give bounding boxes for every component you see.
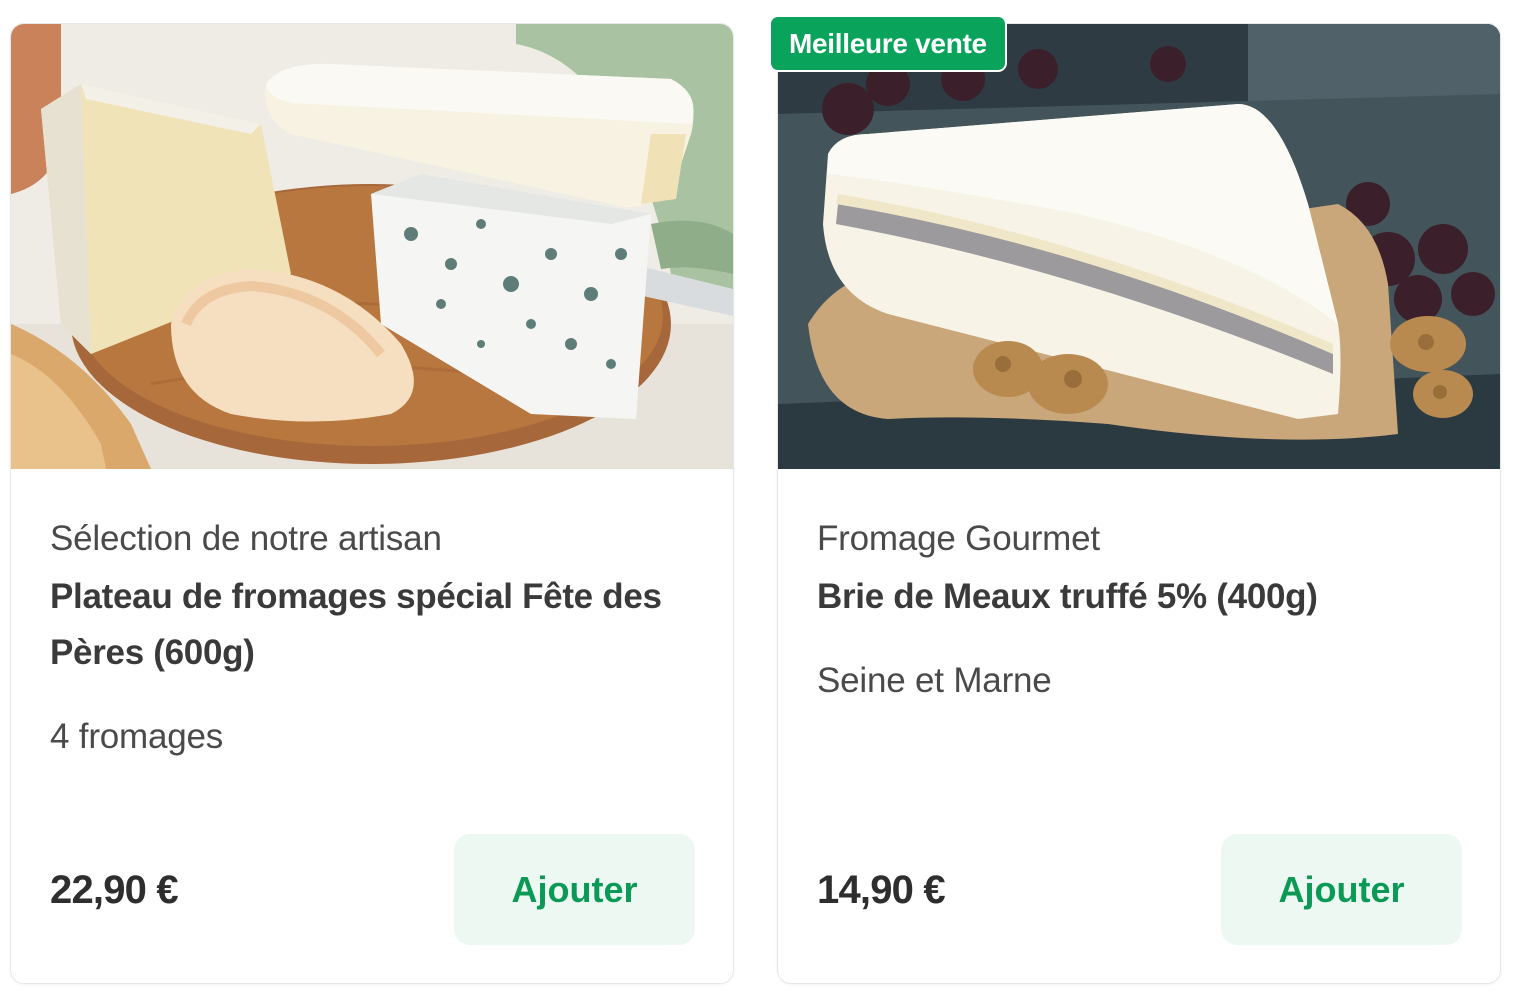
product-grid: Sélection de notre artisan Plateau de fr…	[0, 0, 1524, 1000]
product-image[interactable]	[778, 24, 1500, 469]
product-title[interactable]: Brie de Meaux truffé 5% (400g)	[817, 569, 1462, 625]
product-price: 22,90 €	[50, 868, 179, 912]
product-card[interactable]: Sélection de notre artisan Plateau de fr…	[10, 23, 734, 984]
product-title[interactable]: Plateau de fromages spécial Fête des Pèr…	[50, 569, 695, 681]
product-vendor: Sélection de notre artisan	[50, 519, 442, 558]
product-meta: 4 fromages	[50, 717, 224, 756]
product-card[interactable]: Meilleure vente Fromage Gourmet Brie de …	[769, 15, 1501, 984]
product-image[interactable]	[11, 24, 733, 469]
product-info: Fromage Gourmet Brie de Meaux truffé 5% …	[817, 513, 1462, 707]
product-meta: Seine et Marne	[817, 661, 1052, 700]
add-to-cart-button[interactable]: Ajouter	[1221, 834, 1462, 945]
product-info: Sélection de notre artisan Plateau de fr…	[50, 513, 695, 763]
add-to-cart-button[interactable]: Ajouter	[454, 834, 695, 945]
product-vendor: Fromage Gourmet	[817, 519, 1100, 558]
product-price: 14,90 €	[817, 868, 946, 912]
bestseller-badge: Meilleure vente	[769, 15, 1007, 72]
